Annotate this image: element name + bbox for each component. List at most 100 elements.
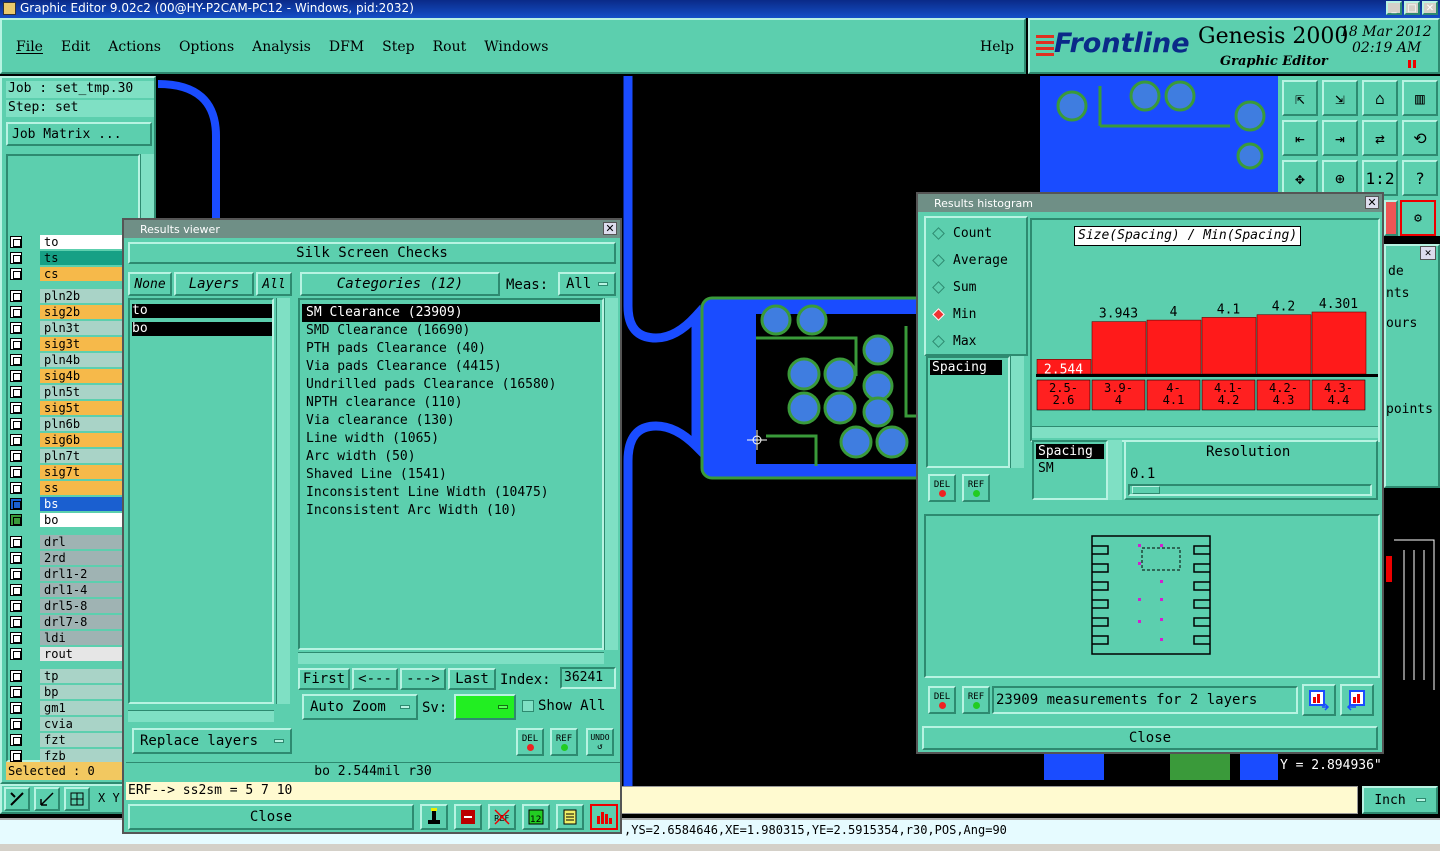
layer-checkbox[interactable] xyxy=(10,749,22,762)
layer-row-fzb[interactable]: fzb xyxy=(10,748,125,763)
command-bar[interactable] xyxy=(620,786,1358,814)
layer-checkbox[interactable] xyxy=(10,369,22,382)
layer-row-bo[interactable]: bo xyxy=(10,512,125,527)
layer-name[interactable]: tp xyxy=(40,668,125,683)
results-viewer-close-icon[interactable]: ✕ xyxy=(603,222,617,235)
option-min[interactable]: Min xyxy=(926,301,1026,328)
layer-checkbox[interactable] xyxy=(10,551,22,564)
layer-checkbox[interactable] xyxy=(10,449,22,462)
layer-checkbox[interactable] xyxy=(10,289,22,302)
layer-row-drl7-8[interactable]: drl7-8 xyxy=(10,614,125,629)
auto-zoom-dropdown[interactable]: Auto Zoom xyxy=(302,694,418,720)
layer-checkbox[interactable] xyxy=(10,535,22,548)
layer-row-bs[interactable]: bs xyxy=(10,496,125,511)
hist-del-button[interactable]: DEL xyxy=(928,474,956,502)
layer-row-sig3t[interactable]: sig3t xyxy=(10,336,125,351)
layer-row-drl1-4[interactable]: drl1-4 xyxy=(10,582,125,597)
layer-checkbox[interactable] xyxy=(10,615,22,628)
checks-header[interactable]: Silk Screen Checks xyxy=(128,242,616,264)
layer-name[interactable]: ts xyxy=(40,250,125,265)
option-count[interactable]: Count xyxy=(926,220,1026,247)
layers-hscroll[interactable] xyxy=(128,710,274,722)
layer-name[interactable]: pln4b xyxy=(40,352,125,367)
layer-checkbox[interactable] xyxy=(10,433,22,446)
layer-name[interactable]: fzt xyxy=(40,732,125,747)
layer-row-ss[interactable]: ss xyxy=(10,480,125,495)
layer-checkbox[interactable] xyxy=(10,267,22,280)
histogram-close-button[interactable]: Close xyxy=(922,726,1378,750)
layer-name[interactable]: drl xyxy=(40,534,125,549)
category-item[interactable]: PTH pads Clearance (40) xyxy=(302,340,600,358)
layer-checkbox[interactable] xyxy=(10,465,22,478)
category-item[interactable]: Via pads Clearance (4415) xyxy=(302,358,600,376)
radio-diamond-icon[interactable] xyxy=(932,335,945,348)
layer-checkbox[interactable] xyxy=(10,669,22,682)
layer-checkbox[interactable] xyxy=(10,305,22,318)
del-button[interactable]: DEL xyxy=(516,728,544,756)
maximize-button[interactable]: □ xyxy=(1404,1,1420,15)
layer-row-pln6b[interactable]: pln6b xyxy=(10,416,125,431)
close-window-button[interactable]: ✕ xyxy=(1422,1,1438,15)
layer-checkbox[interactable] xyxy=(10,321,22,334)
layer-row-cs[interactable]: cs xyxy=(10,266,125,281)
replace-layers-dropdown[interactable]: Replace layers xyxy=(132,728,292,754)
layer-name[interactable]: drl1-2 xyxy=(40,566,125,581)
all-layers-button[interactable]: All xyxy=(256,272,292,296)
last-button[interactable]: Last xyxy=(448,668,496,690)
layer-checkbox[interactable] xyxy=(10,251,22,264)
menu-dfm[interactable]: DFM xyxy=(329,39,364,55)
first-button[interactable]: First xyxy=(298,668,350,690)
layer-row-sig4b[interactable]: sig4b xyxy=(10,368,125,383)
preview-del-button[interactable]: DEL xyxy=(928,686,956,714)
index-field[interactable]: 36241 xyxy=(560,667,616,689)
pan-left-icon[interactable]: ⇤ xyxy=(1282,120,1318,156)
export-icon-2[interactable] xyxy=(1340,684,1374,716)
layer-item-bo[interactable]: bo xyxy=(132,322,272,336)
histogram-icon[interactable] xyxy=(590,804,618,830)
window-split-icon[interactable]: ▥ xyxy=(1402,80,1438,116)
menu-options[interactable]: Options xyxy=(179,39,234,55)
layer-row-sig5t[interactable]: sig5t xyxy=(10,400,125,415)
layer-name[interactable]: bs xyxy=(40,496,125,511)
rotate-icon[interactable]: ⟲ xyxy=(1402,120,1438,156)
layer-checkbox[interactable] xyxy=(10,701,22,714)
option-sum[interactable]: Sum xyxy=(926,274,1026,301)
radio-diamond-icon[interactable] xyxy=(932,254,945,267)
histogram-chart[interactable]: 2.5442.5-2.63.9433.9-444-4.14.14.1-4.24.… xyxy=(1032,250,1378,426)
draw-tool-icon[interactable] xyxy=(4,787,30,811)
red-mode-icon[interactable] xyxy=(1384,200,1398,236)
right-panel-item-nts[interactable]: nts xyxy=(1386,286,1409,301)
menu-file[interactable]: File xyxy=(16,39,43,55)
layer-row-sig6b[interactable]: sig6b xyxy=(10,432,125,447)
chart-hscroll[interactable] xyxy=(1032,426,1378,438)
layer-name[interactable]: sig2b xyxy=(40,304,125,319)
pan-right-icon[interactable]: ⇥ xyxy=(1322,120,1358,156)
layer-name[interactable]: sig7t xyxy=(40,464,125,479)
next-button[interactable]: ---> xyxy=(400,668,446,690)
mode-icon-1[interactable] xyxy=(420,804,448,830)
layer-name[interactable]: pln6b xyxy=(40,416,125,431)
layer-row-pln4b[interactable]: pln4b xyxy=(10,352,125,367)
spacing-vscroll[interactable] xyxy=(1108,440,1122,500)
layers-button[interactable]: Layers xyxy=(174,272,254,296)
category-item[interactable]: NPTH clearance (110) xyxy=(302,394,600,412)
layer-row-gm1[interactable]: gm1 xyxy=(10,700,125,715)
layer-name[interactable]: rout xyxy=(40,646,125,661)
layer-row-pln7t[interactable]: pln7t xyxy=(10,448,125,463)
categories-hscroll[interactable] xyxy=(298,652,604,664)
layer-name[interactable]: bo xyxy=(40,512,125,527)
undo-button[interactable]: UNDO ↺ xyxy=(586,728,614,756)
layer-name[interactable]: sig4b xyxy=(40,368,125,383)
layer-name[interactable]: pln2b xyxy=(40,288,125,303)
layer-row-drl1-2[interactable]: drl1-2 xyxy=(10,566,125,581)
layer-checkbox[interactable] xyxy=(10,567,22,580)
radio-diamond-icon[interactable] xyxy=(932,308,945,321)
house-icon[interactable]: ⌂ xyxy=(1362,80,1398,116)
layer-name[interactable]: gm1 xyxy=(40,700,125,715)
layer-name[interactable]: pln7t xyxy=(40,448,125,463)
layer-row-ts[interactable]: ts xyxy=(10,250,125,265)
layer-row-ldi[interactable]: ldi xyxy=(10,630,125,645)
preview-ref-button[interactable]: REF xyxy=(962,686,990,714)
layer-checkbox[interactable] xyxy=(10,401,22,414)
option-max[interactable]: Max xyxy=(926,328,1026,355)
